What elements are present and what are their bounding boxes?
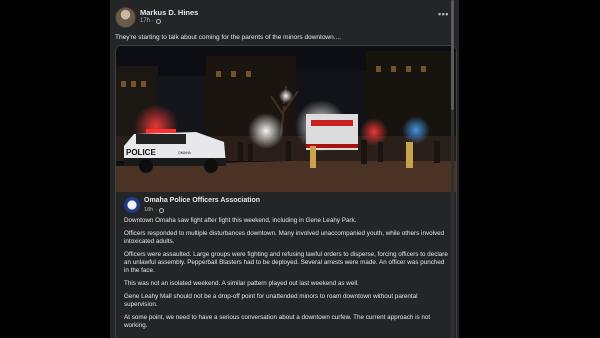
ambulance: [306, 114, 358, 150]
shared-post[interactable]: POLICE OMAHA Omaha Police Officers Assoc…: [115, 45, 457, 338]
paragraph: Gene Leahy Mall should not be a drop-off…: [124, 293, 418, 308]
shared-photo[interactable]: POLICE OMAHA: [116, 46, 456, 192]
more-options-icon[interactable]: •••: [438, 9, 449, 19]
police-car-side-label: OMAHA: [178, 151, 192, 155]
post-time[interactable]: 17h: [140, 18, 150, 24]
paragraph: Officers responded to multiple disturban…: [124, 230, 445, 245]
paragraph: This was not an isolated weekend. A simi…: [124, 280, 359, 287]
post-meta: 17h ·: [140, 18, 162, 24]
author-avatar[interactable]: [115, 7, 136, 28]
globe-icon: [156, 18, 162, 24]
post-header: Markus D. Hines 17h · •••: [115, 7, 455, 29]
scene-graphic: POLICE OMAHA: [116, 46, 456, 192]
org-name[interactable]: Omaha Police Officers Association: [144, 197, 260, 204]
org-avatar[interactable]: [124, 197, 140, 213]
shared-time[interactable]: 18h: [144, 207, 153, 213]
author-name[interactable]: Markus D. Hines: [140, 8, 198, 17]
scroll-thumb[interactable]: [451, 0, 454, 110]
shared-meta: 18h ·: [144, 207, 165, 213]
shared-body: Downtown Omaha saw fight after fight thi…: [124, 217, 450, 335]
post-text: They're starting to talk about coming fo…: [115, 34, 341, 41]
post-card: Markus D. Hines 17h · ••• They're starti…: [110, 0, 459, 338]
paragraph: Officers were assaulted. Large groups we…: [124, 251, 448, 274]
paragraph: At some point, we need to have a serious…: [124, 314, 431, 329]
paragraph: Downtown Omaha saw fight after fight thi…: [124, 217, 357, 224]
police-car-label: POLICE: [126, 148, 156, 157]
shared-post-header: Omaha Police Officers Association 18h ·: [124, 196, 444, 218]
scrollbar[interactable]: [451, 0, 454, 338]
globe-icon: [159, 207, 165, 213]
